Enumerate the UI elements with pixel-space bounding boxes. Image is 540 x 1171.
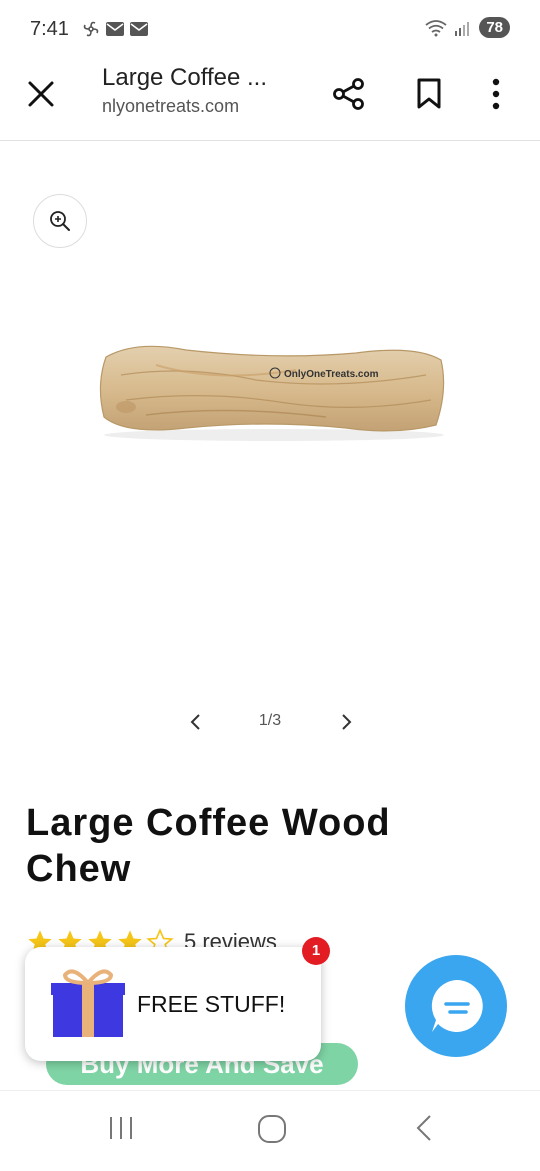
chevron-right-icon	[342, 714, 352, 730]
system-nav-bar	[0, 1090, 540, 1171]
product-title: Large Coffee Wood Chew	[26, 802, 391, 890]
pinwheel-icon	[83, 21, 99, 37]
page-title: Large Coffee ...	[102, 64, 267, 91]
wifi-icon	[425, 19, 447, 36]
home-icon	[258, 1115, 286, 1143]
back-button[interactable]	[410, 1113, 440, 1148]
product-brand-mark: OnlyOneTreats.com	[284, 369, 379, 380]
home-button[interactable]	[256, 1113, 288, 1150]
gallery-counter: 1/3	[258, 712, 282, 729]
notification-badge: 1	[302, 937, 330, 965]
share-icon	[333, 78, 364, 110]
back-icon	[416, 1115, 431, 1141]
chat-icon	[431, 979, 483, 1032]
zoom-in-icon	[50, 211, 70, 231]
gallery-pager: 1/3	[0, 708, 540, 738]
overflow-menu-button[interactable]	[490, 77, 502, 116]
close-icon	[28, 81, 54, 107]
close-button[interactable]	[26, 79, 56, 109]
battery-indicator: 78	[479, 17, 510, 38]
more-vert-icon	[492, 78, 500, 110]
custom-tab-toolbar: Large Coffee ... nlyonetreats.com	[0, 60, 540, 141]
mail-icon	[106, 22, 124, 36]
chevron-left-icon	[190, 714, 200, 730]
chat-button[interactable]	[405, 955, 507, 1057]
mail-icon	[130, 22, 148, 36]
next-image-button[interactable]	[336, 710, 356, 739]
product-image[interactable]: OnlyOneTreats.com	[96, 335, 451, 445]
page-domain: nlyonetreats.com	[102, 96, 240, 116]
bookmark-button[interactable]	[415, 77, 443, 116]
page-info[interactable]: Large Coffee ... nlyonetreats.com	[102, 64, 292, 117]
zoom-button[interactable]	[33, 194, 87, 248]
notification-icons	[82, 20, 148, 38]
free-stuff-label: FREE STUFF!	[137, 991, 286, 1017]
free-stuff-popup[interactable]: FREE STUFF!	[25, 947, 321, 1061]
system-status: 78	[425, 17, 510, 38]
status-bar: 7:41 78	[0, 0, 540, 60]
bookmark-icon	[417, 78, 441, 109]
clock: 7:41	[30, 18, 69, 40]
recent-apps-button[interactable]	[106, 1113, 136, 1148]
recents-icon	[110, 1117, 132, 1139]
share-button[interactable]	[332, 77, 366, 116]
signal-icon	[455, 21, 470, 36]
gift-icon	[51, 969, 125, 1037]
prev-image-button[interactable]	[186, 710, 206, 739]
